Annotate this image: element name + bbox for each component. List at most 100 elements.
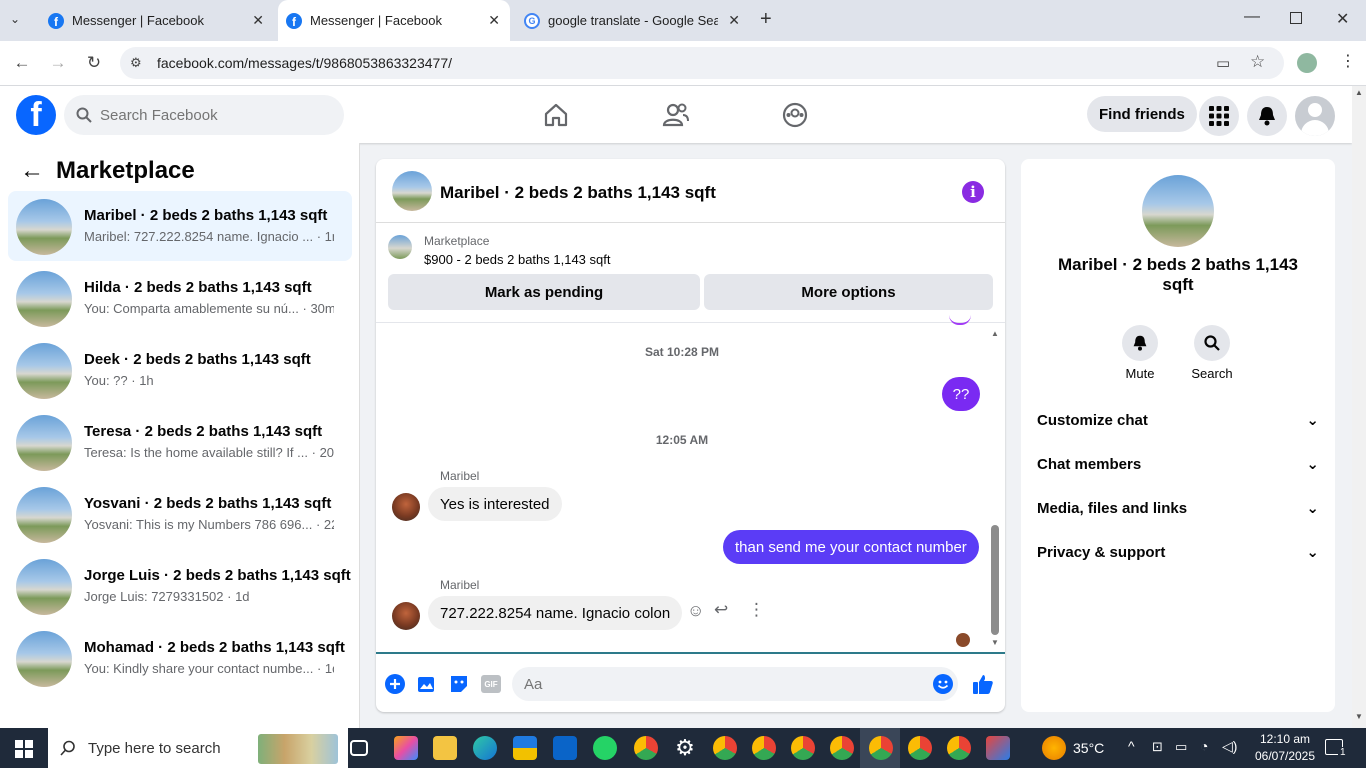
site-info-icon[interactable]: ⚙ bbox=[130, 55, 142, 71]
notifications-button[interactable] bbox=[1247, 96, 1287, 136]
menu-grid-button[interactable] bbox=[1199, 96, 1239, 136]
file-explorer-icon[interactable] bbox=[433, 736, 457, 760]
account-avatar[interactable] bbox=[1295, 96, 1335, 136]
incoming-message[interactable]: 727.222.8254 name. Ignacio colon bbox=[428, 596, 683, 630]
add-icon[interactable] bbox=[384, 673, 406, 695]
chrome-icon[interactable] bbox=[830, 736, 854, 760]
back-arrow-icon[interactable]: ← bbox=[20, 157, 44, 185]
conversation-item[interactable]: Hilda · 2 beds 2 baths 1,143 sqft You: C… bbox=[8, 263, 352, 333]
avatar[interactable] bbox=[392, 493, 420, 521]
minimize-icon[interactable]: — bbox=[1244, 8, 1260, 26]
weather-icon[interactable] bbox=[1042, 736, 1066, 760]
chrome-icon[interactable] bbox=[869, 736, 893, 760]
clock-date[interactable]: 06/07/2025 bbox=[1250, 749, 1320, 763]
bookmark-star-icon[interactable]: ☆ bbox=[1250, 52, 1265, 72]
tab-messenger-1[interactable]: f Messenger | Facebook ✕ bbox=[38, 0, 274, 41]
install-app-icon[interactable]: ▭ bbox=[1216, 54, 1230, 72]
more-actions-icon[interactable]: ⋮ bbox=[748, 600, 765, 620]
mark-as-pending-button[interactable]: Mark as pending bbox=[388, 274, 700, 310]
sticker-icon[interactable] bbox=[448, 673, 470, 695]
reload-icon[interactable]: ↻ bbox=[82, 51, 106, 75]
more-options-button[interactable]: More options bbox=[704, 274, 993, 310]
message-tail bbox=[949, 315, 971, 325]
facebook-logo-icon[interactable]: f bbox=[16, 95, 56, 135]
windows-start-icon[interactable] bbox=[15, 740, 33, 758]
battery-icon[interactable]: ▭ bbox=[1175, 739, 1187, 755]
chrome-icon[interactable] bbox=[752, 736, 776, 760]
tray-app-icon[interactable]: ⊡ bbox=[1152, 739, 1163, 755]
media-files-links-row[interactable]: Media, files and links ⌄ bbox=[1037, 488, 1319, 528]
avatar[interactable] bbox=[392, 171, 432, 211]
browser-menu-icon[interactable]: ⋮ bbox=[1340, 51, 1356, 71]
customize-chat-row[interactable]: Customize chat ⌄ bbox=[1037, 400, 1319, 440]
chrome-icon[interactable] bbox=[908, 736, 932, 760]
conversation-item[interactable]: Yosvani · 2 beds 2 baths 1,143 sqft Yosv… bbox=[8, 479, 352, 549]
tray-chevron-icon[interactable]: ^ bbox=[1128, 738, 1135, 754]
close-icon[interactable]: ✕ bbox=[252, 12, 264, 29]
mute-button[interactable]: Mute bbox=[1110, 325, 1170, 381]
chat-members-row[interactable]: Chat members ⌄ bbox=[1037, 444, 1319, 484]
privacy-support-row[interactable]: Privacy & support ⌄ bbox=[1037, 532, 1319, 572]
conversation-item[interactable]: Teresa · 2 beds 2 baths 1,143 sqft Teres… bbox=[8, 407, 352, 477]
forward-icon[interactable]: → bbox=[46, 51, 70, 75]
avatar[interactable] bbox=[1142, 175, 1214, 247]
page-scrollbar[interactable]: ▲ ▼ bbox=[1352, 86, 1366, 729]
outlook-icon[interactable] bbox=[553, 736, 577, 760]
message-scrollbar[interactable]: ▲ ▼ bbox=[990, 329, 1000, 649]
settings-icon[interactable]: ⚙ bbox=[673, 736, 697, 760]
close-window-icon[interactable]: ✕ bbox=[1336, 9, 1349, 29]
outgoing-message[interactable]: ?? bbox=[942, 377, 980, 411]
outgoing-message[interactable]: than send me your contact number bbox=[723, 530, 979, 564]
react-icon[interactable]: ☺ bbox=[687, 601, 704, 621]
snipping-tool-icon[interactable] bbox=[986, 736, 1010, 760]
conversation-item[interactable]: Mohamad · 2 beds 2 baths 1,143 sqft You:… bbox=[8, 623, 352, 693]
chrome-icon[interactable] bbox=[791, 736, 815, 760]
info-icon[interactable]: i bbox=[962, 181, 984, 203]
new-tab-icon[interactable]: + bbox=[760, 8, 772, 31]
gif-icon[interactable]: GIF bbox=[480, 673, 502, 695]
profile-avatar[interactable] bbox=[1297, 53, 1317, 73]
search-input[interactable] bbox=[100, 106, 320, 124]
reply-icon[interactable]: ↩ bbox=[714, 600, 728, 620]
home-icon[interactable] bbox=[541, 100, 571, 130]
wifi-icon[interactable]: ◔ bbox=[1200, 738, 1208, 754]
photo-icon[interactable] bbox=[416, 673, 438, 695]
conversation-item[interactable]: Jorge Luis · 2 beds 2 baths 1,143 sqft J… bbox=[8, 551, 352, 621]
conversation-item[interactable]: Maribel · 2 beds 2 baths 1,143 sqft Mari… bbox=[8, 191, 352, 261]
task-view-icon[interactable] bbox=[350, 740, 368, 756]
store-icon[interactable] bbox=[513, 736, 537, 760]
conversation-item[interactable]: Deek · 2 beds 2 baths 1,143 sqft You: ??… bbox=[8, 335, 352, 405]
like-thumb-icon[interactable] bbox=[972, 673, 994, 695]
incoming-message[interactable]: Yes is interested bbox=[428, 487, 562, 521]
chrome-icon[interactable] bbox=[634, 736, 658, 760]
chat-title[interactable]: Maribel · 2 beds 2 baths 1,143 sqft bbox=[440, 183, 716, 203]
chrome-icon[interactable] bbox=[947, 736, 971, 760]
omnibox[interactable]: ⚙ facebook.com/messages/t/98680538633234… bbox=[120, 47, 1284, 79]
edge-icon[interactable] bbox=[473, 736, 497, 760]
groups-icon[interactable] bbox=[780, 100, 810, 130]
restore-icon[interactable] bbox=[1290, 12, 1302, 24]
copilot-icon[interactable] bbox=[394, 736, 418, 760]
volume-icon[interactable]: ◁) bbox=[1222, 738, 1237, 755]
friends-icon[interactable] bbox=[661, 100, 691, 130]
emoji-icon[interactable] bbox=[932, 673, 954, 695]
url-text[interactable]: facebook.com/messages/t/9868053863323477… bbox=[157, 55, 452, 71]
search-conversation-button[interactable]: Search bbox=[1182, 325, 1242, 381]
browser-tab-bar: ⌄ f Messenger | Facebook ✕ f Messenger |… bbox=[0, 0, 1366, 41]
tab-messenger-2[interactable]: f Messenger | Facebook ✕ bbox=[278, 0, 510, 41]
find-friends-button[interactable]: Find friends bbox=[1087, 96, 1197, 132]
weather-temp[interactable]: 35°C bbox=[1073, 740, 1104, 756]
facebook-search[interactable] bbox=[64, 95, 344, 135]
tab-search-icon[interactable]: ⌄ bbox=[10, 12, 20, 26]
message-input[interactable] bbox=[512, 667, 958, 701]
whatsapp-icon[interactable] bbox=[593, 736, 617, 760]
taskbar-search[interactable]: Type here to search bbox=[48, 728, 348, 768]
back-icon[interactable]: ← bbox=[10, 51, 34, 75]
close-icon[interactable]: ✕ bbox=[728, 12, 740, 29]
tab-google-translate[interactable]: G google translate - Google Searc ✕ bbox=[514, 0, 750, 41]
close-icon[interactable]: ✕ bbox=[488, 12, 500, 29]
listing-price[interactable]: $900 - 2 beds 2 baths 1,143 sqft bbox=[424, 252, 610, 267]
chrome-icon[interactable] bbox=[713, 736, 737, 760]
clock-time[interactable]: 12:10 am bbox=[1255, 732, 1315, 746]
avatar[interactable] bbox=[392, 602, 420, 630]
